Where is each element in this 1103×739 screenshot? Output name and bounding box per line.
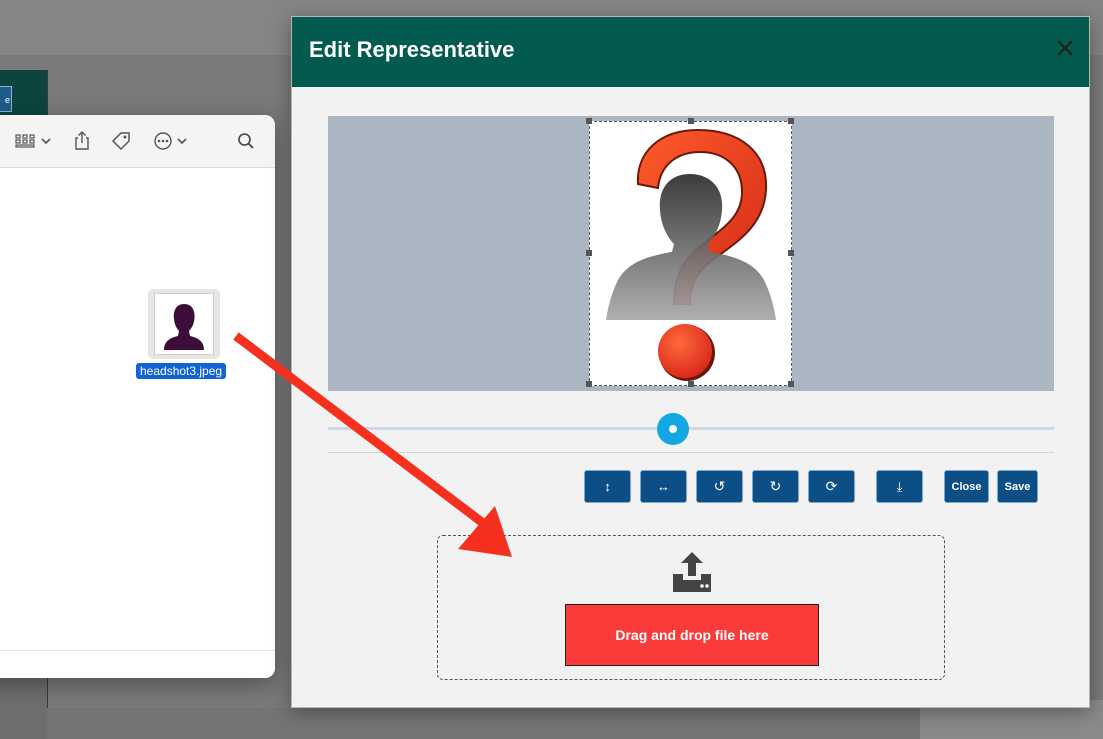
arrows-vertical-icon: ↕ <box>604 479 611 494</box>
background-content <box>47 708 920 739</box>
crop-handle-bottom-left[interactable] <box>586 381 592 387</box>
chevron-down-icon[interactable] <box>40 129 52 153</box>
finder-window: headshot3.jpeg <box>0 115 275 678</box>
close-icon[interactable] <box>1055 39 1075 59</box>
crop-handle-bottom[interactable] <box>688 381 694 387</box>
chevron-down-icon[interactable] <box>176 129 188 153</box>
view-grid-icon[interactable] <box>14 129 36 153</box>
download-icon: ⤓ <box>896 478 903 494</box>
rotate-right-button[interactable]: ↻ <box>752 470 799 503</box>
modal-title: Edit Representative <box>309 37 515 62</box>
crop-handle-top-left[interactable] <box>586 118 592 124</box>
crop-selection-box[interactable] <box>586 118 794 387</box>
refresh-icon: ⟳ <box>825 478 838 494</box>
drag-drop-button[interactable]: Drag and drop file here <box>565 604 819 666</box>
background-button[interactable]: e <box>0 86 12 112</box>
file-dropzone[interactable]: Drag and drop file here <box>437 535 945 680</box>
edit-representative-modal: Edit Representative ↕ ↔ ↺ ↻ ⟳ ⤓ Close Sa… <box>291 16 1090 708</box>
tag-icon[interactable] <box>110 129 132 153</box>
crop-handle-right[interactable] <box>788 250 794 256</box>
file-name-label[interactable]: headshot3.jpeg <box>136 363 227 379</box>
image-crop-canvas[interactable] <box>328 116 1054 391</box>
rotate-left-icon: ↺ <box>713 478 726 494</box>
zoom-slider-track[interactable] <box>328 427 1054 430</box>
divider <box>328 452 1054 453</box>
rotate-left-button[interactable]: ↺ <box>696 470 743 503</box>
reset-button[interactable]: ⟳ <box>808 470 855 503</box>
download-button[interactable]: ⤓ <box>876 470 923 503</box>
more-icon[interactable] <box>152 129 174 153</box>
share-icon[interactable] <box>72 129 92 153</box>
file-icon[interactable] <box>148 289 220 359</box>
search-icon[interactable] <box>236 129 256 153</box>
file-thumbnail <box>154 293 214 355</box>
close-button[interactable]: Close <box>944 470 989 503</box>
crop-handle-left[interactable] <box>586 250 592 256</box>
crop-handle-top[interactable] <box>688 118 694 124</box>
flip-vertical-button[interactable]: ↕ <box>584 470 631 503</box>
arrows-horizontal-icon: ↔ <box>657 479 670 494</box>
save-button[interactable]: Save <box>997 470 1038 503</box>
rotate-right-icon: ↻ <box>769 478 782 494</box>
question-mark-silhouette-image <box>606 128 776 381</box>
upload-icon <box>669 550 715 594</box>
crop-handle-top-right[interactable] <box>788 118 794 124</box>
modal-header: Edit Representative <box>292 17 1089 87</box>
flip-horizontal-button[interactable]: ↔ <box>640 470 687 503</box>
zoom-slider-thumb[interactable] <box>657 413 689 445</box>
finder-status-bar <box>0 650 275 678</box>
finder-toolbar <box>0 115 275 168</box>
crop-handle-bottom-right[interactable] <box>788 381 794 387</box>
